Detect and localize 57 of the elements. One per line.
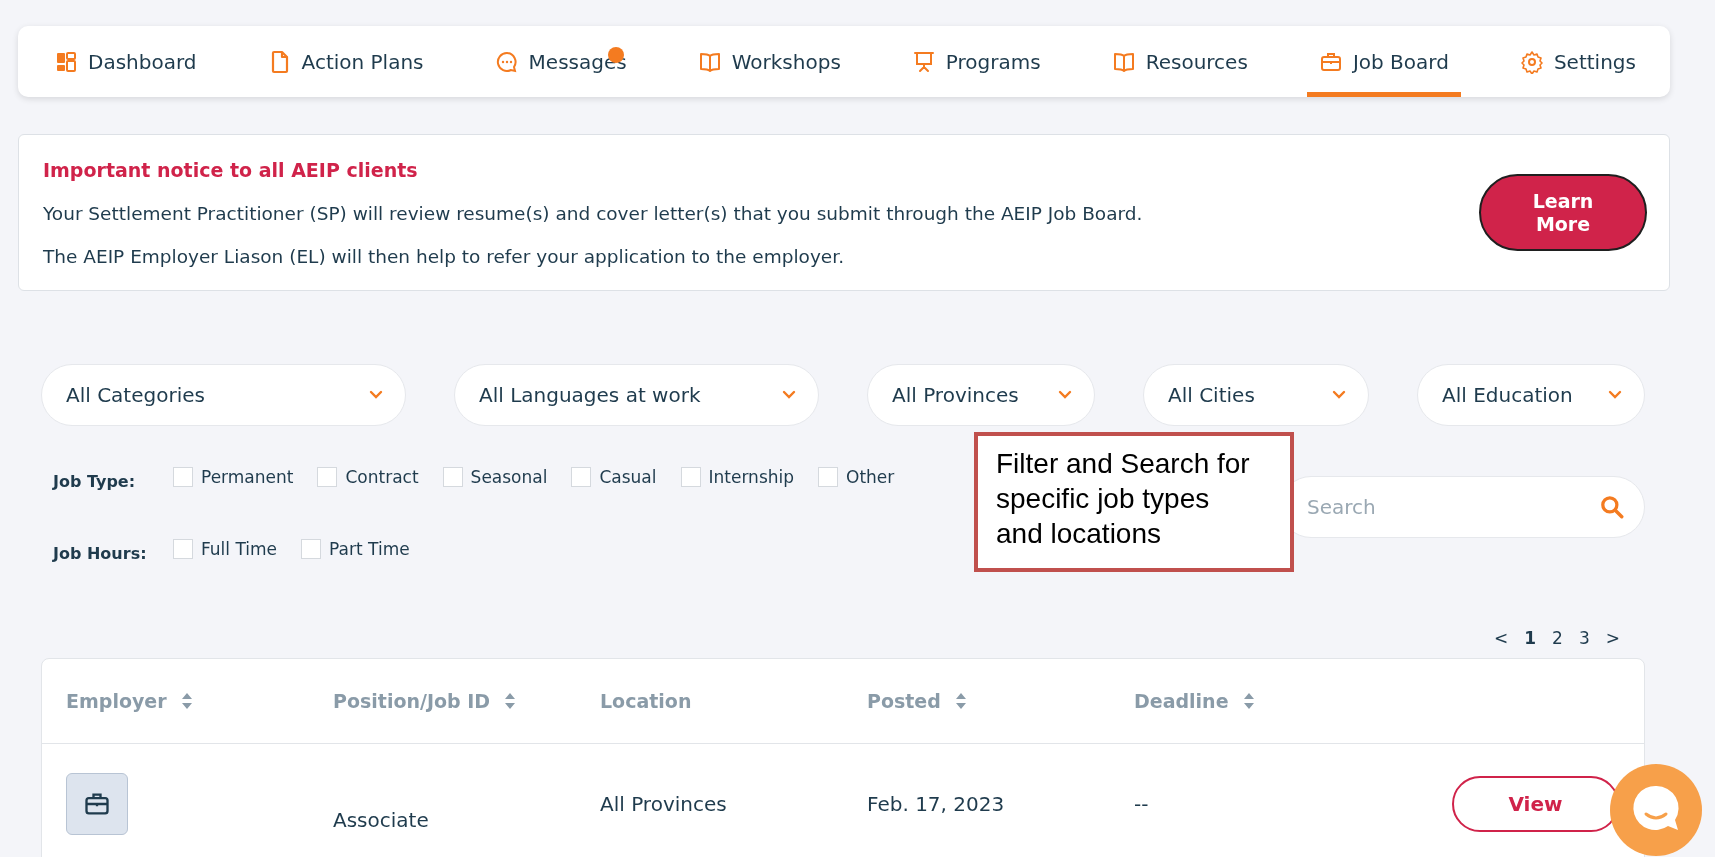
checkbox[interactable] bbox=[173, 539, 193, 559]
annotation-tooltip: Filter and Search for specific job types and locations bbox=[974, 432, 1294, 572]
filter-label: Job Type: bbox=[51, 471, 137, 491]
checkbox[interactable] bbox=[317, 467, 338, 487]
filter-label: Job Hours: bbox=[51, 543, 148, 563]
sort-icon[interactable] bbox=[180, 692, 193, 710]
checkbox[interactable] bbox=[818, 467, 839, 487]
checkbox-label: Permanent bbox=[201, 467, 294, 487]
checkbox[interactable] bbox=[680, 467, 701, 487]
nav-tab[interactable]: Workshops bbox=[685, 26, 853, 97]
page-link[interactable]: 3 bbox=[1578, 628, 1590, 648]
nav-tab[interactable]: Job Board bbox=[1306, 26, 1461, 97]
filter-dropdown[interactable]: All Education bbox=[1417, 364, 1645, 426]
filter-dropdown[interactable]: All Categories bbox=[41, 364, 406, 426]
table-cell-text: All Provinces bbox=[600, 792, 728, 816]
presentation-icon bbox=[911, 49, 936, 74]
sort-icon[interactable] bbox=[954, 692, 967, 710]
table-cell-text: -- bbox=[1134, 792, 1150, 816]
nav-tab[interactable]: Action Plans bbox=[255, 26, 436, 97]
page-link[interactable]: 2 bbox=[1552, 628, 1563, 648]
page-link[interactable]: 1 bbox=[1524, 628, 1537, 648]
checkbox-label: Contract bbox=[345, 467, 419, 487]
settings-icon bbox=[1519, 49, 1544, 74]
checkbox-label: Full Time bbox=[201, 539, 278, 559]
nav-tab[interactable]: Settings bbox=[1507, 26, 1648, 97]
checkbox[interactable] bbox=[571, 467, 592, 487]
filter-dropdown[interactable]: All Provinces bbox=[867, 364, 1095, 426]
table-cell-text: Feb. 17, 2023 bbox=[867, 792, 1006, 816]
search-icon[interactable] bbox=[1599, 494, 1625, 520]
notice-text: Your Settlement Practitioner (SP) will review resume(s) and cover letter(s) that you submit through the AEIP Job Board. bbox=[43, 202, 1144, 224]
nav-tab[interactable]: Programs bbox=[899, 26, 1053, 97]
chat-bubble-icon[interactable] bbox=[1610, 764, 1702, 856]
checkbox-label: Casual bbox=[599, 467, 657, 487]
checkbox[interactable] bbox=[173, 467, 193, 487]
previous-page-link[interactable]: < bbox=[1494, 628, 1509, 648]
sort-icon[interactable] bbox=[504, 692, 517, 710]
filter-dropdown[interactable]: All Languages at work bbox=[454, 364, 819, 426]
nav-tab[interactable]: Resources bbox=[1099, 26, 1260, 97]
checkbox[interactable] bbox=[442, 467, 463, 487]
dashboard-icon bbox=[54, 49, 78, 74]
notice-title: Important notice to all AEIP clients bbox=[43, 158, 419, 181]
checkbox-label: Part Time bbox=[329, 539, 410, 559]
sort-icon[interactable] bbox=[1242, 692, 1255, 710]
filter-dropdown[interactable]: All Cities bbox=[1143, 364, 1369, 426]
notice-text: The AEIP Employer Liason (EL) will then help to refer your application to the employer. bbox=[43, 245, 846, 267]
nav-tab[interactable]: Dashboard bbox=[42, 26, 209, 97]
learn-more-button[interactable]: Learn More bbox=[1479, 174, 1647, 251]
table-cell-text: Associate bbox=[333, 808, 430, 832]
chat-bubble-icon bbox=[494, 49, 519, 74]
employer-logo-icon bbox=[66, 773, 128, 835]
checkbox-label: Seasonal bbox=[470, 467, 548, 487]
nav-tab[interactable]: Messages bbox=[482, 26, 639, 97]
checkbox-label: Internship bbox=[708, 467, 795, 487]
column-header: Location bbox=[600, 690, 692, 712]
checkbox[interactable] bbox=[301, 539, 322, 559]
next-page-link[interactable]: > bbox=[1605, 628, 1620, 648]
checkbox-label: Other bbox=[846, 467, 895, 487]
